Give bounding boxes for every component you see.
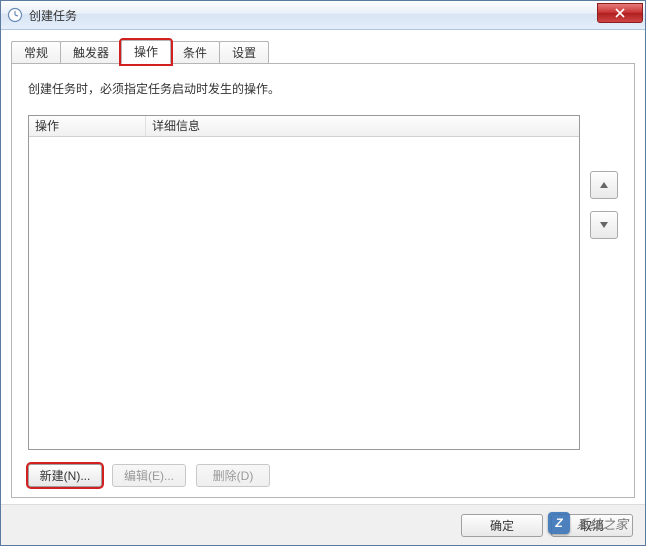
- tab-actions[interactable]: 操作: [121, 40, 171, 64]
- column-action[interactable]: 操作: [29, 116, 146, 136]
- edit-button[interactable]: 编辑(E)...: [112, 464, 186, 487]
- actions-listview[interactable]: 操作 详细信息: [28, 115, 580, 450]
- list-body[interactable]: [29, 137, 579, 449]
- tab-panel-actions: 创建任务时，必须指定任务启动时发生的操作。 操作 详细信息: [11, 63, 635, 498]
- tab-settings[interactable]: 设置: [219, 41, 269, 64]
- reorder-buttons: [590, 115, 618, 450]
- tab-label: 操作: [134, 45, 158, 59]
- arrow-down-icon: [600, 222, 608, 228]
- close-icon: [615, 8, 625, 18]
- tab-conditions[interactable]: 条件: [170, 41, 220, 64]
- tab-general[interactable]: 常规: [11, 41, 61, 64]
- cancel-button[interactable]: 取消: [551, 514, 633, 537]
- content-row: 操作 详细信息: [28, 115, 618, 450]
- clock-icon: [7, 7, 23, 23]
- tab-label: 常规: [24, 46, 48, 60]
- new-button[interactable]: 新建(N)...: [28, 464, 102, 487]
- dialog-footer: 确定 取消: [1, 504, 645, 545]
- titlebar[interactable]: 创建任务: [1, 1, 645, 30]
- ok-button[interactable]: 确定: [461, 514, 543, 537]
- delete-button[interactable]: 删除(D): [196, 464, 270, 487]
- list-header: 操作 详细信息: [29, 116, 579, 137]
- dialog-window: 创建任务 常规 触发器 操作 条件 设置 创建任务时，必须指定任务启动时发生的操…: [0, 0, 646, 546]
- move-down-button[interactable]: [590, 211, 618, 239]
- tab-strip: 常规 触发器 操作 条件 设置: [11, 40, 635, 64]
- instruction-text: 创建任务时，必须指定任务启动时发生的操作。: [28, 80, 618, 97]
- tab-label: 设置: [232, 46, 256, 60]
- column-details[interactable]: 详细信息: [146, 116, 579, 136]
- tab-triggers[interactable]: 触发器: [60, 41, 122, 64]
- window-title: 创建任务: [29, 7, 77, 24]
- close-button[interactable]: [597, 3, 643, 23]
- arrow-up-icon: [600, 182, 608, 188]
- move-up-button[interactable]: [590, 171, 618, 199]
- tab-label: 触发器: [73, 46, 109, 60]
- tab-label: 条件: [183, 46, 207, 60]
- client-area: 常规 触发器 操作 条件 设置 创建任务时，必须指定任务启动时发生的操作。 操作…: [1, 30, 645, 504]
- list-buttons-row: 新建(N)... 编辑(E)... 删除(D): [28, 464, 618, 487]
